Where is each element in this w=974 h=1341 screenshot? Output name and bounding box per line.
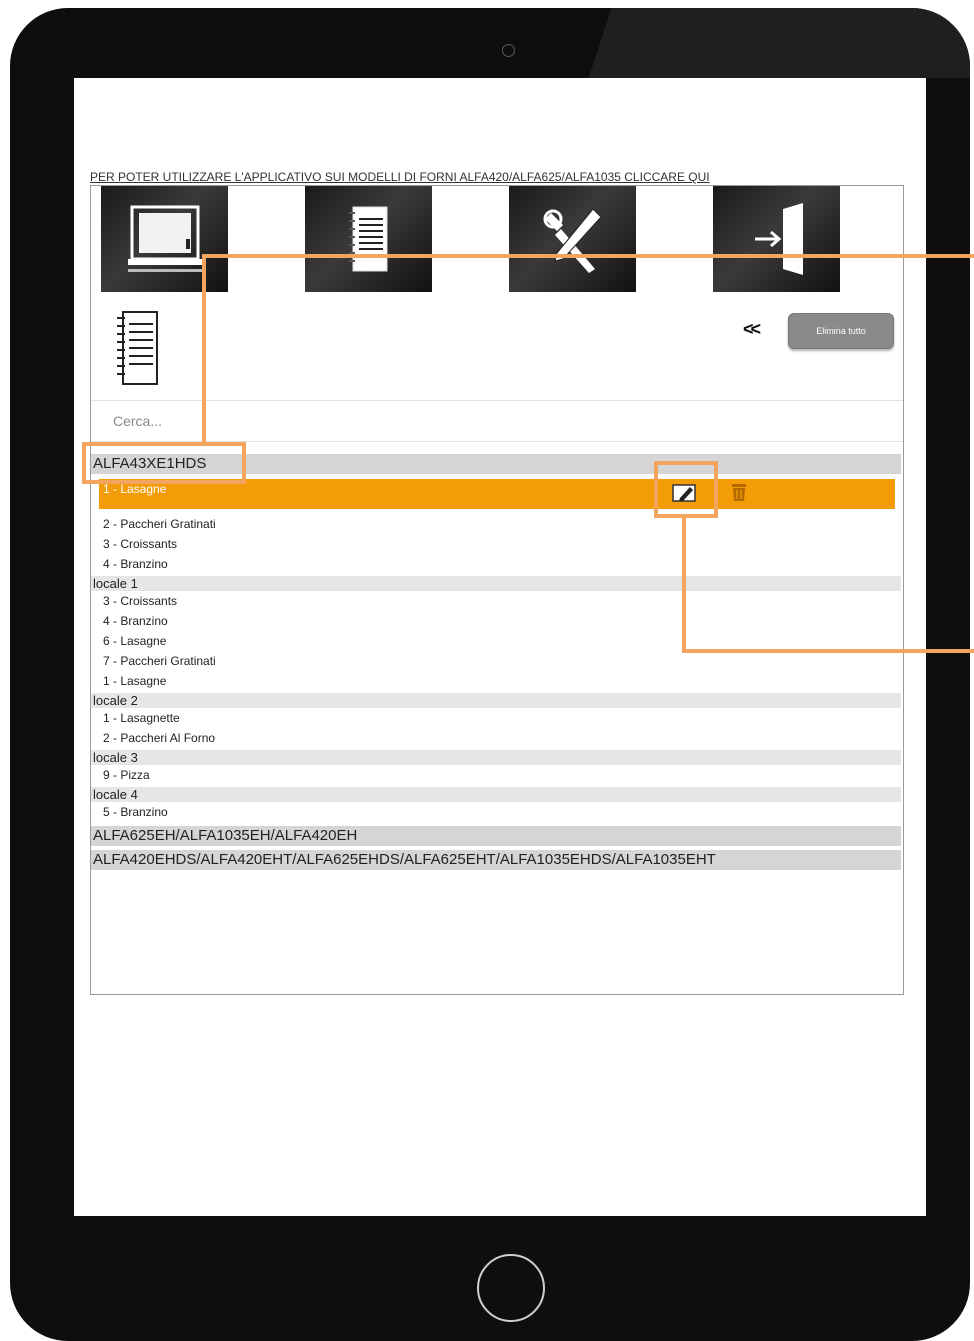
- search-input[interactable]: [111, 407, 515, 435]
- exit-door-icon: [754, 203, 803, 275]
- bezel-sheen: [588, 8, 970, 78]
- tools-icon: [543, 208, 602, 273]
- toolbar-oven-button[interactable]: [101, 186, 228, 292]
- oven-icon: [127, 205, 202, 272]
- notice-link[interactable]: PER POTER UTILIZZARE L'APPLICATIVO SUI M…: [90, 170, 710, 184]
- list-item[interactable]: 7 - Paccheri Gratinati: [91, 651, 903, 671]
- home-button[interactable]: [477, 1254, 545, 1322]
- list-item[interactable]: 6 - Lasagne: [91, 631, 903, 651]
- recipe-list: ALFA43XE1HDS 1 - Lasagne 2 - Paccheri Gr…: [91, 454, 903, 870]
- list-item[interactable]: 1 - Lasagnette: [91, 708, 903, 728]
- callout-box-model: [82, 442, 246, 484]
- group-header[interactable]: locale 1: [91, 576, 901, 591]
- toolbar-recipes-button[interactable]: [305, 186, 432, 292]
- callout-line: [202, 254, 206, 444]
- toolbar-exit-button[interactable]: [713, 186, 840, 292]
- trash-icon[interactable]: [728, 481, 750, 503]
- group-header[interactable]: ALFA420EHDS/ALFA420EHT/ALFA625EHDS/ALFA6…: [91, 850, 901, 870]
- camera-icon: [502, 44, 515, 57]
- list-item[interactable]: 3 - Croissants: [91, 591, 903, 611]
- toolbar-tools-button[interactable]: [509, 186, 636, 292]
- recipe-book-icon: [113, 308, 163, 393]
- list-item[interactable]: 2 - Paccheri Al Forno: [91, 728, 903, 748]
- callout-box-edit: [654, 461, 718, 518]
- recipe-book-icon: [348, 206, 387, 272]
- app-frame: << Elimina tutto ALFA43XE1HDS 1 - Lasagn…: [90, 185, 904, 995]
- list-item[interactable]: 3 - Croissants: [91, 534, 903, 554]
- list-item[interactable]: 9 - Pizza: [91, 765, 903, 785]
- list-item[interactable]: 1 - Lasagne: [91, 671, 903, 691]
- list-item[interactable]: 4 - Branzino: [91, 611, 903, 631]
- recipe-label: 1 - Lasagne: [103, 482, 167, 496]
- callout-line: [682, 649, 974, 653]
- list-item[interactable]: 2 - Paccheri Gratinati: [91, 514, 903, 534]
- list-item[interactable]: 5 - Branzino: [91, 802, 903, 822]
- callout-line: [202, 254, 974, 258]
- back-button[interactable]: <<: [743, 319, 761, 340]
- screen: PER POTER UTILIZZARE L'APPLICATIVO SUI M…: [74, 78, 926, 1216]
- list-item[interactable]: 4 - Branzino: [91, 554, 903, 574]
- group-header[interactable]: locale 3: [91, 750, 901, 765]
- group-header[interactable]: locale 4: [91, 787, 901, 802]
- group-header[interactable]: locale 2: [91, 693, 901, 708]
- group-header[interactable]: ALFA625EH/ALFA1035EH/ALFA420EH: [91, 826, 901, 846]
- callout-line: [682, 516, 686, 653]
- search-bar: [91, 400, 903, 442]
- delete-all-button[interactable]: Elimina tutto: [788, 313, 894, 349]
